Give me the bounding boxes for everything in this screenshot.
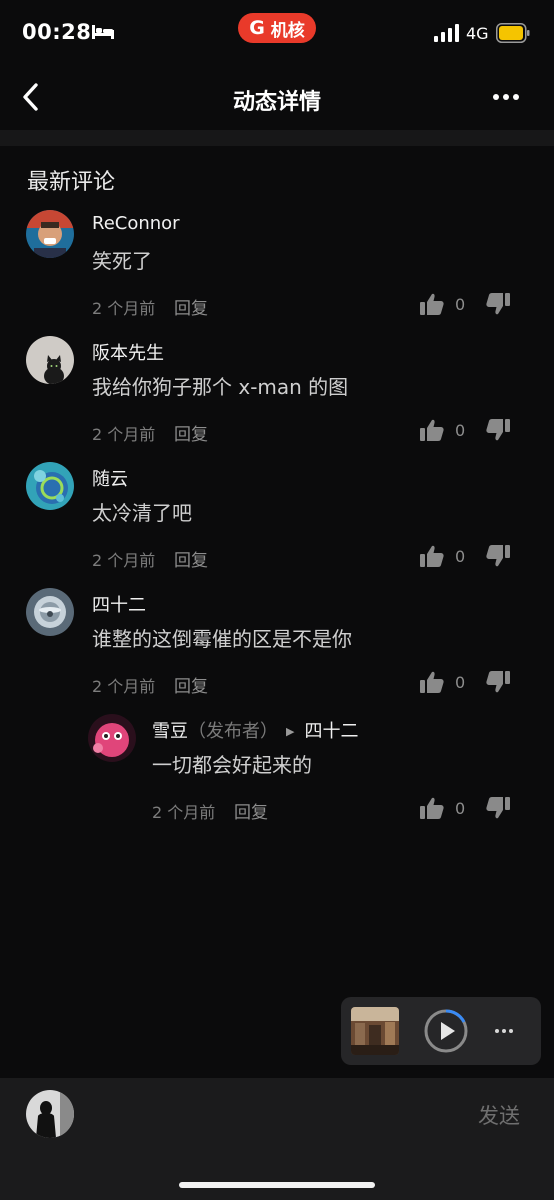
section-title: 最新评论 <box>27 170 116 195</box>
battery-icon <box>496 23 530 43</box>
like-count: 0 <box>455 295 466 314</box>
comment-text: 我给你狗子那个 x-man 的图 <box>92 375 349 399</box>
comment-text: 笑死了 <box>92 249 152 273</box>
reply-target-name[interactable]: 四十二 <box>304 721 358 742</box>
comment-text: 太冷清了吧 <box>92 501 192 525</box>
user-avatar[interactable] <box>26 1090 74 1138</box>
more-options-icon[interactable] <box>488 84 524 110</box>
thumbs-up-icon[interactable] <box>420 419 444 441</box>
send-button[interactable]: 发送 <box>478 1100 520 1130</box>
commenter-name[interactable]: ReConnor <box>92 213 180 234</box>
comment-input[interactable] <box>90 1090 450 1138</box>
status-bar: 00:28 G 机核 4G <box>0 0 554 64</box>
page-title: 动态详情 <box>232 90 321 115</box>
thumbs-up-icon[interactable] <box>420 671 444 693</box>
thumbs-up-icon[interactable] <box>420 293 444 315</box>
avatar[interactable] <box>26 336 74 384</box>
reply-button[interactable]: 回复 <box>174 672 208 697</box>
comment-time: 2 个月前 <box>92 425 156 444</box>
commenter-name[interactable]: 随云 <box>92 465 128 491</box>
thumbs-down-icon[interactable] <box>486 671 510 693</box>
comment-time: 2 个月前 <box>92 299 156 318</box>
status-time: 00:28 <box>22 20 92 44</box>
brand-logo-letter: G <box>249 17 265 39</box>
network-type: 4G <box>466 24 489 43</box>
mini-player[interactable] <box>341 997 541 1065</box>
bed-icon <box>92 25 114 39</box>
avatar[interactable] <box>26 462 74 510</box>
like-count: 0 <box>455 421 466 440</box>
reply-arrow-icon: ▶ <box>286 725 295 738</box>
like-count: 0 <box>455 799 466 818</box>
home-indicator <box>179 1182 375 1188</box>
thumbs-down-icon[interactable] <box>486 545 510 567</box>
reply-button[interactable]: 回复 <box>234 798 268 823</box>
thumbs-down-icon[interactable] <box>486 797 510 819</box>
brand-name: 机核 <box>270 20 305 41</box>
comment-time: 2 个月前 <box>92 677 156 696</box>
reply-button[interactable]: 回复 <box>174 420 208 445</box>
publisher-tag: （发布者） <box>188 721 278 742</box>
thumbs-up-icon[interactable] <box>420 545 444 567</box>
comment-text: 谁整的这倒霉催的区是不是你 <box>92 627 352 651</box>
avatar[interactable] <box>88 714 136 762</box>
thumbs-up-icon[interactable] <box>420 797 444 819</box>
commenter-name[interactable]: 四十二 <box>92 591 146 617</box>
reply-button[interactable]: 回复 <box>174 294 208 319</box>
comment-text: 一切都会好起来的 <box>152 753 312 777</box>
like-count: 0 <box>455 547 466 566</box>
reply-button[interactable]: 回复 <box>174 546 208 571</box>
commenter-name[interactable]: 雪豆 <box>152 721 188 742</box>
avatar[interactable] <box>26 210 74 258</box>
comment-input-bar: 发送 <box>0 1078 554 1200</box>
thumbs-down-icon[interactable] <box>486 419 510 441</box>
thumbs-down-icon[interactable] <box>486 293 510 315</box>
brand-badge: G 机核 <box>238 13 316 43</box>
like-count: 0 <box>455 673 466 692</box>
commenter-name[interactable]: 阪本先生 <box>92 339 164 365</box>
signal-icon <box>434 24 459 42</box>
replier-name-line: 雪豆（发布者） ▶ 四十二 <box>152 717 358 743</box>
play-icon[interactable] <box>423 1008 469 1054</box>
avatar[interactable] <box>26 588 74 636</box>
divider <box>0 130 554 146</box>
comment-time: 2 个月前 <box>92 551 156 570</box>
album-cover[interactable] <box>351 1007 399 1055</box>
player-more-icon[interactable] <box>493 1019 515 1043</box>
comment-time: 2 个月前 <box>152 803 216 822</box>
nav-bar: 动态详情 <box>0 64 554 130</box>
